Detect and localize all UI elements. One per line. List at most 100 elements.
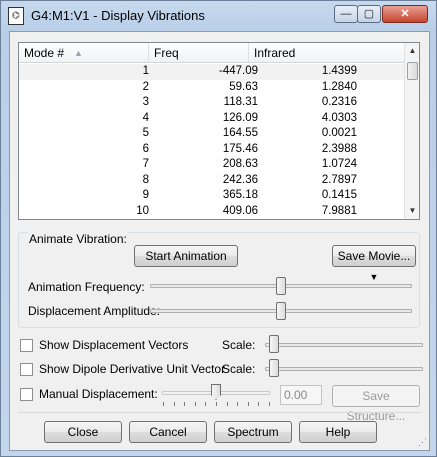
- table-row[interactable]: 9 365.18 0.1415: [19, 188, 405, 204]
- scroll-down-icon[interactable]: ▼: [405, 203, 420, 219]
- cell-mode: 6: [142, 142, 149, 155]
- displacement-scale-label: Scale:: [222, 338, 256, 352]
- cell-ir: 2.3988: [321, 142, 357, 155]
- tick-mark: [194, 402, 196, 406]
- save-structure-button[interactable]: Save Structure...: [332, 385, 420, 423]
- manual-displacement-checkbox[interactable]: [20, 388, 33, 401]
- table-row[interactable]: 4 126.09 4.0303: [19, 111, 405, 127]
- column-header-infrared[interactable]: Infrared: [249, 43, 405, 63]
- cell-ir: 1.0724: [321, 158, 357, 170]
- cell-ir: 2.7897: [321, 173, 357, 186]
- tick-mark: [216, 402, 217, 406]
- table-body: 1 -447.09 1.4399 2 59.63 1.2840 3 118.31 0.2316 4…: [19, 64, 405, 219]
- tick-mark: [184, 402, 186, 406]
- cell-mode: 1: [142, 65, 149, 77]
- help-button[interactable]: Help: [299, 421, 377, 443]
- cell-ir: 1.2840: [321, 80, 357, 93]
- table-row[interactable]: 2 59.63 1.2840: [19, 80, 405, 96]
- table-row[interactable]: 5 164.55 0.0021: [19, 126, 405, 142]
- cell-freq: -447.09: [218, 65, 258, 77]
- tick-mark: [258, 402, 260, 406]
- cell-freq: 175.46: [222, 142, 258, 155]
- manual-displacement-label: Manual Displacement:: [39, 387, 158, 401]
- save-movie-button[interactable]: Save Movie... ▼: [332, 245, 416, 282]
- column-header-mode[interactable]: Mode # ▲: [19, 43, 149, 63]
- table-row[interactable]: 8 242.36 2.7897: [19, 173, 405, 189]
- start-animation-button[interactable]: Start Animation: [134, 245, 238, 267]
- footer-separator: [18, 412, 421, 413]
- cell-mode: 10: [136, 204, 149, 217]
- tick-mark: [247, 402, 249, 406]
- dipole-scale-slider[interactable]: [265, 367, 423, 371]
- spectrum-button[interactable]: Spectrum: [214, 421, 292, 443]
- cell-mode: 9: [142, 189, 149, 201]
- displacement-amplitude-thumb[interactable]: [276, 302, 286, 320]
- show-displacement-vectors-checkbox[interactable]: [20, 339, 33, 352]
- animation-frequency-thumb[interactable]: [276, 277, 286, 295]
- cancel-button[interactable]: Cancel: [129, 421, 207, 443]
- tick-mark: [269, 402, 270, 406]
- cell-ir: 0.0021: [321, 127, 357, 139]
- close-window-button[interactable]: ✕: [382, 5, 428, 23]
- cell-freq: 164.55: [222, 127, 258, 139]
- show-dipole-vector-label: Show Dipole Derivative Unit Vector: [39, 362, 226, 376]
- close-button[interactable]: Close: [44, 421, 122, 443]
- save-movie-label: Save Movie...: [337, 249, 411, 263]
- table-row[interactable]: 1 -447.09 1.4399: [19, 64, 405, 80]
- resize-grip-icon[interactable]: ⋰: [418, 437, 427, 448]
- dipole-scale-label: Scale:: [222, 362, 256, 376]
- cell-ir: 1.4399: [321, 65, 357, 77]
- cell-freq: 59.63: [229, 80, 258, 93]
- table-row[interactable]: 7 208.63 1.0724: [19, 157, 405, 173]
- displacement-scale-thumb[interactable]: [269, 335, 279, 353]
- modes-table: Mode # ▲ Freq Infrared 1 -447.09 1.4399 2 59…: [18, 42, 420, 220]
- cell-freq: 242.36: [222, 173, 258, 186]
- maximize-button[interactable]: ▢: [357, 5, 381, 23]
- cell-mode: 7: [142, 158, 149, 170]
- animation-frequency-label: Animation Frequency:: [28, 280, 145, 294]
- scroll-thumb[interactable]: [407, 62, 418, 80]
- column-header-freq[interactable]: Freq: [149, 43, 249, 63]
- minimize-button[interactable]: —: [334, 5, 358, 23]
- display-vibrations-window: ⌬ G4:M1:V1 - Display Vibrations — ▢ ✕ Mo…: [0, 0, 437, 457]
- sort-ascending-icon: ▲: [74, 48, 83, 58]
- dipole-scale-thumb[interactable]: [269, 359, 279, 377]
- cell-freq: 208.63: [222, 158, 258, 170]
- dialog-body: Mode # ▲ Freq Infrared 1 -447.09 1.4399 2 59…: [9, 31, 430, 451]
- cell-freq: 118.31: [223, 96, 258, 108]
- displacement-scale-slider[interactable]: [265, 343, 423, 347]
- title-bar[interactable]: ⌬ G4:M1:V1 - Display Vibrations — ▢ ✕: [1, 1, 437, 31]
- cell-ir: 0.2316: [321, 96, 357, 108]
- table-row[interactable]: 6 175.46 2.3988: [19, 142, 405, 158]
- cell-mode: 4: [142, 111, 149, 124]
- cell-ir: 4.0303: [321, 111, 357, 124]
- molecule-document-icon: ⌬: [8, 7, 24, 25]
- cell-ir: 0.1415: [321, 189, 357, 201]
- animate-vibration-label: Animate Vibration:: [28, 232, 128, 246]
- tick-mark: [205, 402, 207, 406]
- show-displacement-vectors-label: Show Displacement Vectors: [39, 338, 189, 352]
- dropdown-arrow-icon: ▼: [369, 272, 379, 282]
- cell-mode: 5: [142, 127, 149, 139]
- column-label: Mode #: [24, 46, 65, 60]
- cell-mode: 8: [142, 173, 149, 186]
- show-dipole-vector-checkbox[interactable]: [20, 363, 33, 376]
- tick-mark: [163, 402, 164, 406]
- tick-mark: [226, 402, 228, 406]
- table-row[interactable]: 3 118.31 0.2316: [19, 95, 405, 111]
- cell-freq: 409.06: [222, 204, 258, 217]
- cell-freq: 365.18: [222, 189, 258, 201]
- tick-mark: [237, 402, 239, 406]
- manual-displacement-thumb[interactable]: [211, 384, 221, 400]
- cell-freq: 126.09: [222, 111, 258, 124]
- displacement-amplitude-label: Displacement Amplitude:: [28, 304, 161, 318]
- table-header: Mode # ▲ Freq Infrared: [19, 43, 405, 63]
- table-scrollbar[interactable]: ▲ ▼: [404, 43, 419, 219]
- cell-ir: 7.9881: [321, 204, 357, 217]
- tick-mark: [173, 402, 175, 406]
- cell-mode: 3: [142, 96, 149, 108]
- scroll-up-icon[interactable]: ▲: [405, 43, 420, 59]
- table-row[interactable]: 10 409.06 7.9881: [19, 204, 405, 220]
- cell-mode: 2: [142, 80, 149, 93]
- manual-displacement-value[interactable]: 0.00: [280, 385, 322, 405]
